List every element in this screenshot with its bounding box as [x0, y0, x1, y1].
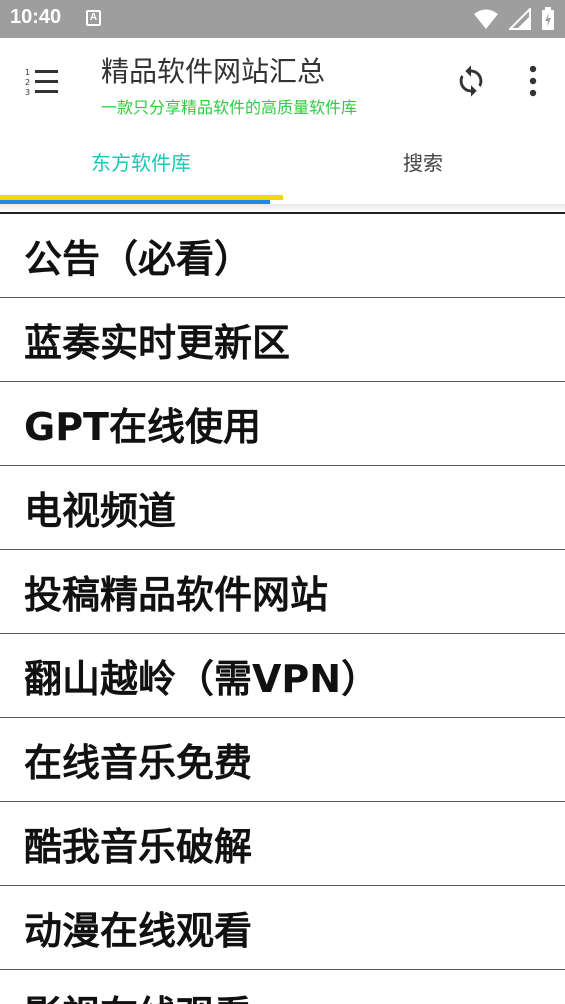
- list-item[interactable]: GPT在线使用: [0, 382, 565, 466]
- list-item[interactable]: 电视频道: [0, 466, 565, 550]
- list-item-label: 投稿精品软件网站: [24, 573, 329, 617]
- list-item-label: 翻山越岭（需VPN）: [24, 657, 380, 701]
- cell-signal-icon: [509, 8, 531, 30]
- list-item[interactable]: 翻山越岭（需VPN）: [0, 634, 565, 718]
- list-item[interactable]: 动漫在线观看: [0, 886, 565, 970]
- svg-text:3: 3: [25, 88, 30, 96]
- status-time: 10:40: [10, 6, 62, 28]
- app-title: 精品软件网站汇总: [101, 55, 326, 88]
- list-item[interactable]: 投稿精品软件网站: [0, 550, 565, 634]
- site-list: 公告（必看） 蓝奏实时更新区 GPT在线使用 电视频道 投稿精品软件网站 翻山越…: [0, 212, 565, 1004]
- notification-a-icon: A: [86, 10, 101, 26]
- list-item[interactable]: 蓝奏实时更新区: [0, 298, 565, 382]
- more-vert-icon[interactable]: [522, 64, 544, 98]
- list-item[interactable]: 酷我音乐破解: [0, 802, 565, 886]
- list-item[interactable]: 公告（必看）: [0, 214, 565, 298]
- tab-bar: 东方软件库 搜索: [0, 126, 565, 204]
- tabs-shadow: [0, 204, 565, 212]
- list-item-label: 电视频道: [24, 489, 177, 533]
- list-item-label: GPT在线使用: [24, 405, 261, 449]
- svg-text:1: 1: [25, 68, 30, 77]
- list-item-label: 动漫在线观看: [24, 909, 253, 953]
- list-item-label: 酷我音乐破解: [24, 825, 253, 869]
- wifi-icon: [474, 9, 498, 29]
- app-subtitle: 一款只分享精品软件的高质量软件库: [101, 98, 358, 117]
- list-item-label: 在线音乐免费: [24, 741, 253, 785]
- list-item-label: 公告（必看）: [24, 237, 253, 281]
- svg-text:2: 2: [25, 78, 30, 87]
- list-item-label: 影视在线观看: [24, 984, 252, 1004]
- list-item[interactable]: 影视在线观看: [0, 970, 565, 1004]
- tab-dongfang-software-library[interactable]: 东方软件库: [0, 126, 282, 196]
- refresh-icon[interactable]: [454, 64, 488, 98]
- app-bar: 1 2 3 精品软件网站汇总 一款只分享精品软件的高质量软件库: [0, 38, 565, 126]
- tab-search[interactable]: 搜索: [282, 126, 564, 196]
- numbered-list-icon[interactable]: 1 2 3: [24, 66, 60, 96]
- battery-icon: [542, 7, 554, 30]
- status-icons: [473, 7, 555, 31]
- list-item[interactable]: 在线音乐免费: [0, 718, 565, 802]
- status-bar: 10:40 A: [0, 0, 565, 38]
- list-item-label: 蓝奏实时更新区: [24, 321, 291, 365]
